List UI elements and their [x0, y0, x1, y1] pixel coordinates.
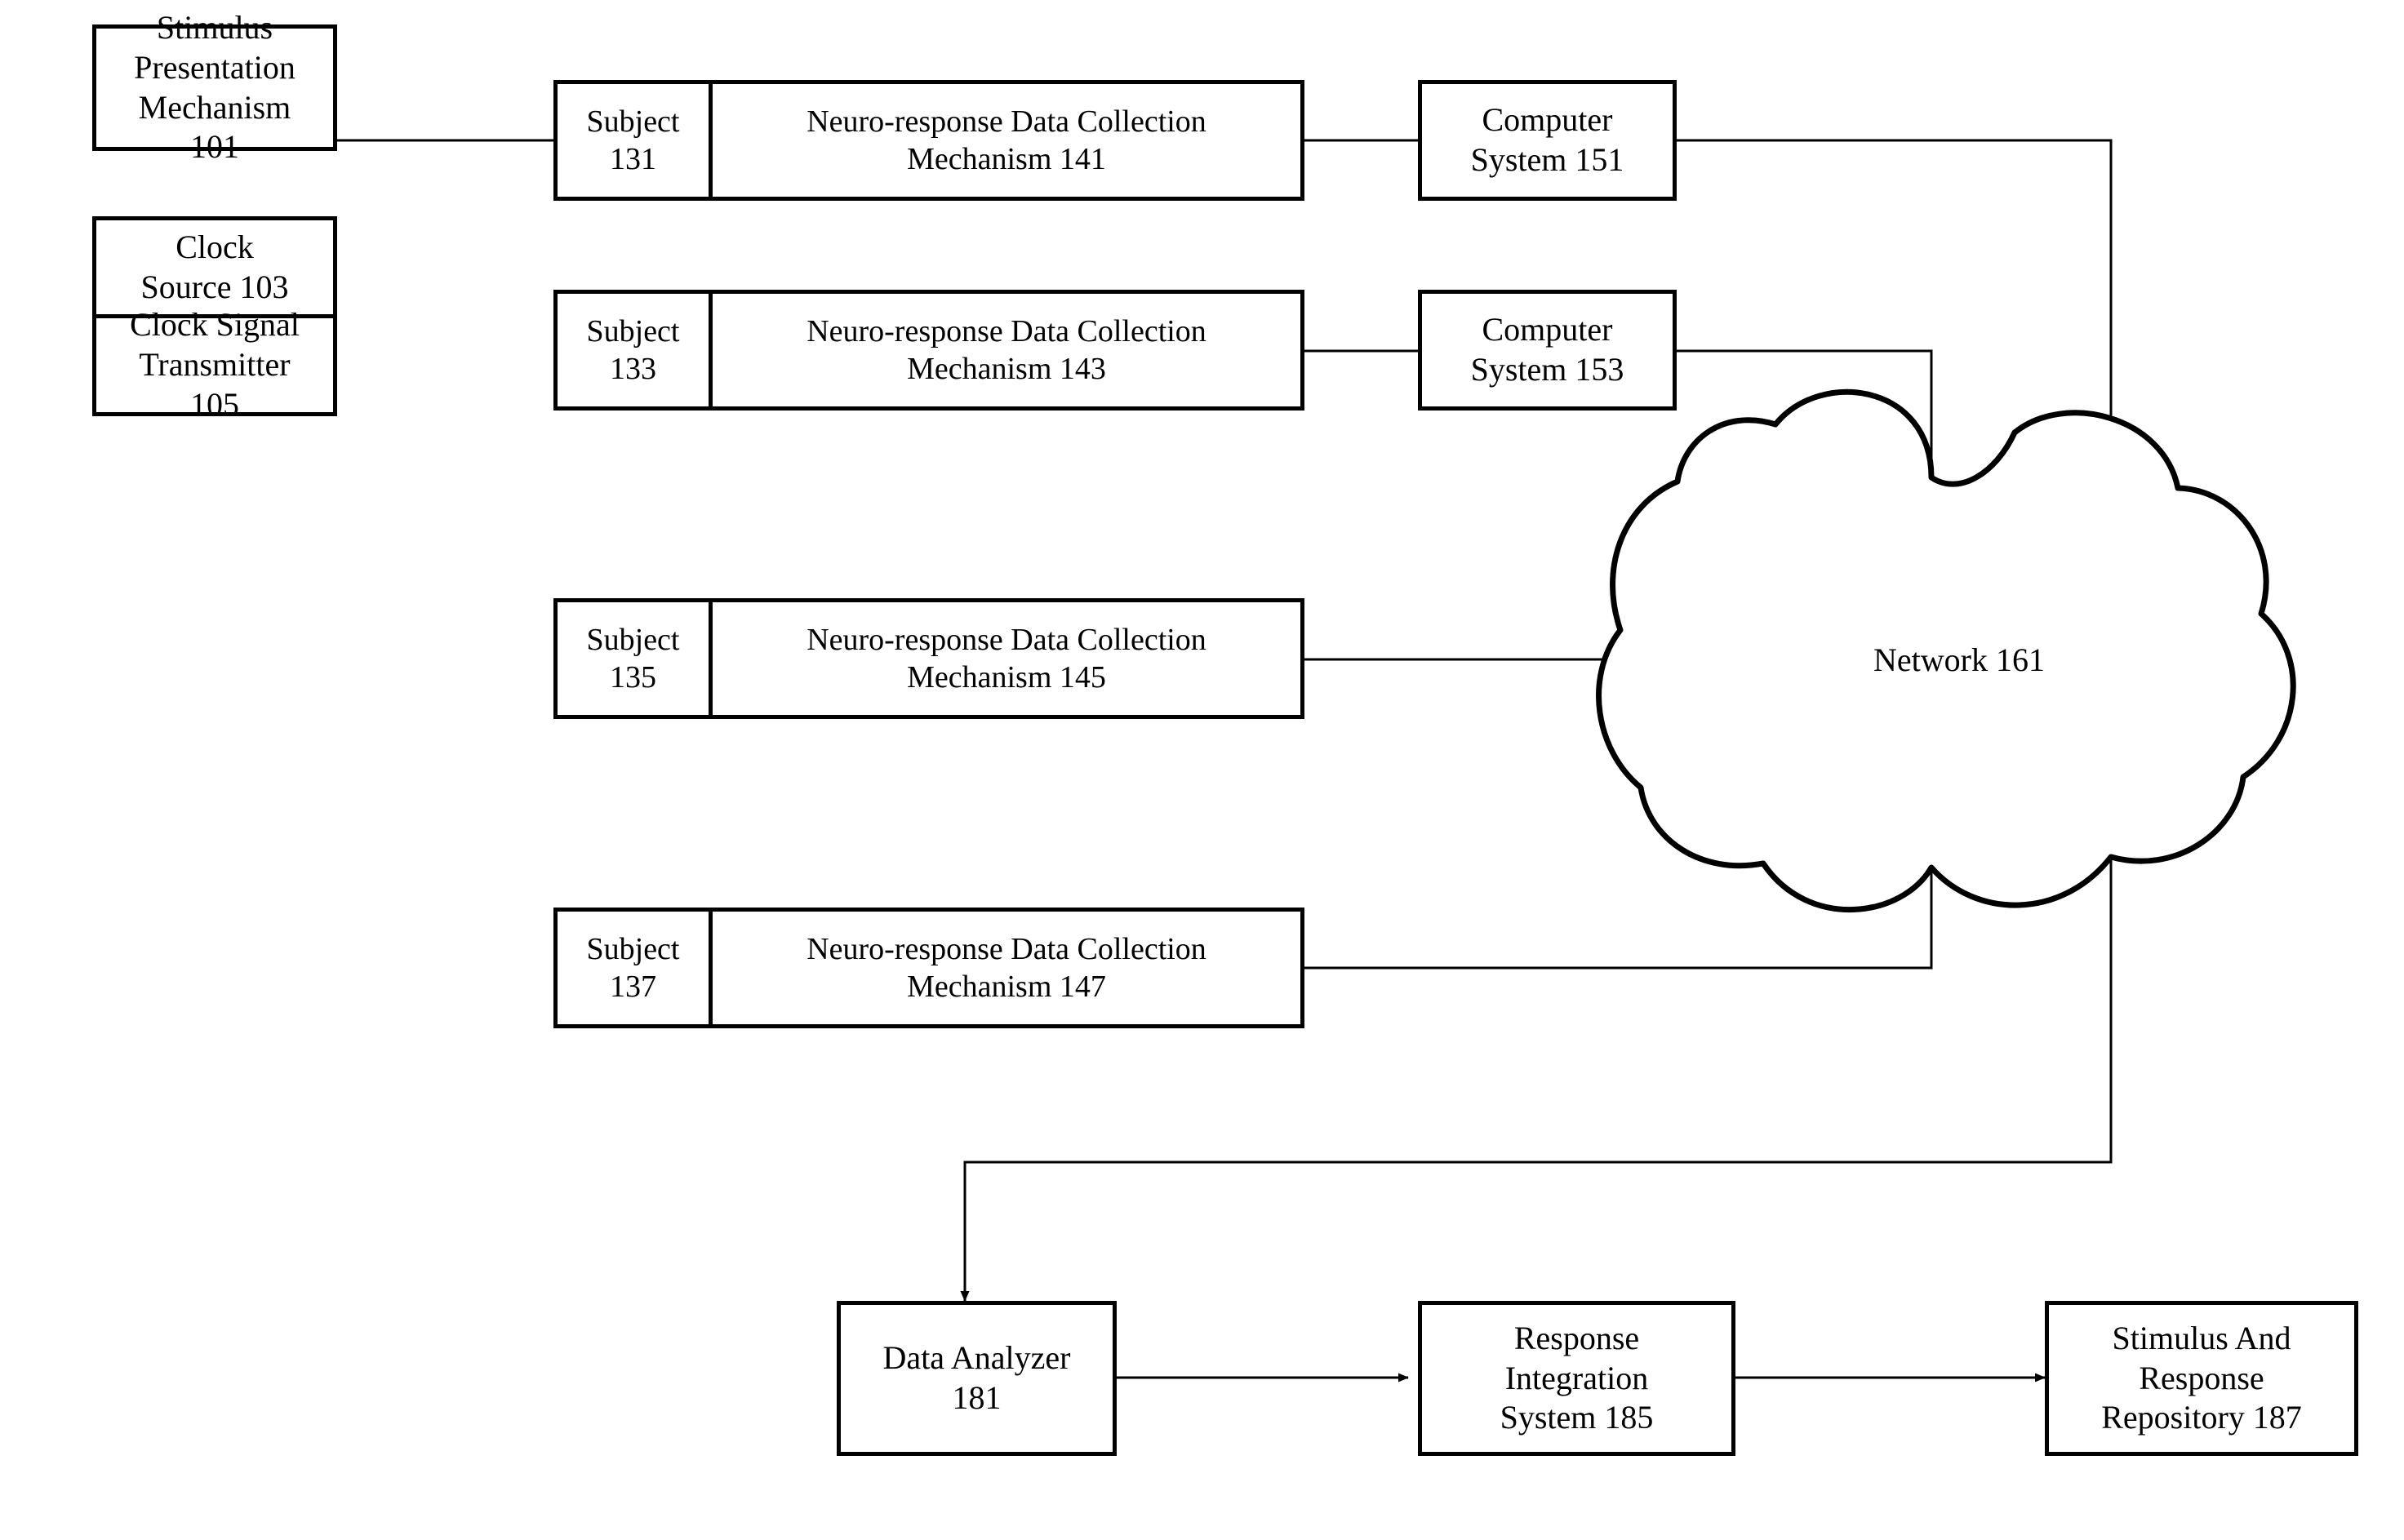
node-label: Network 161	[1873, 641, 2045, 678]
node-label: Data Analyzer 181	[882, 1339, 1071, 1416]
node-response-integration-system-185[interactable]: Response Integration System 185	[1418, 1301, 1735, 1456]
node-label: Subject 131	[586, 104, 680, 176]
node-subject-row-133[interactable]: Subject 133 Neuro-response Data Collecti…	[553, 290, 1304, 411]
node-mechanism-145[interactable]: Neuro-response Data Collection Mechanism…	[713, 602, 1300, 715]
node-label: Stimulus Presentation Mechanism 101	[134, 8, 296, 166]
node-clock-source[interactable]: Clock Source 103	[96, 220, 333, 318]
node-label: Stimulus And Response Repository 187	[2101, 1319, 2302, 1436]
node-subject-row-137[interactable]: Subject 137 Neuro-response Data Collecti…	[553, 908, 1304, 1028]
node-computer-system-153[interactable]: Computer System 153	[1418, 290, 1677, 411]
node-label: Neuro-response Data Collection Mechanism…	[807, 622, 1206, 695]
node-label: Neuro-response Data Collection Mechanism…	[807, 104, 1206, 176]
node-mechanism-141[interactable]: Neuro-response Data Collection Mechanism…	[713, 84, 1300, 197]
node-subject-131[interactable]: Subject 131	[558, 84, 713, 197]
node-network-161[interactable]: Network 161	[1820, 641, 2098, 679]
node-data-analyzer-181[interactable]: Data Analyzer 181	[837, 1301, 1117, 1456]
node-label: Subject 137	[586, 931, 680, 1004]
node-label: Computer System 153	[1470, 311, 1624, 388]
node-subject-row-135[interactable]: Subject 135 Neuro-response Data Collecti…	[553, 598, 1304, 719]
node-subject-133[interactable]: Subject 133	[558, 294, 713, 406]
node-subject-135[interactable]: Subject 135	[558, 602, 713, 715]
node-label: Clock Source 103	[140, 228, 289, 305]
node-label: Neuro-response Data Collection Mechanism…	[807, 313, 1206, 386]
node-stimulus-presentation-mechanism[interactable]: Stimulus Presentation Mechanism 101	[92, 9, 337, 165]
node-mechanism-143[interactable]: Neuro-response Data Collection Mechanism…	[713, 294, 1300, 406]
node-label: Subject 135	[586, 622, 680, 695]
node-label: Computer System 151	[1470, 101, 1624, 178]
node-computer-system-151[interactable]: Computer System 151	[1418, 80, 1677, 201]
node-clock-signal-transmitter[interactable]: Clock Signal Transmitter 105	[96, 306, 333, 423]
node-mechanism-147[interactable]: Neuro-response Data Collection Mechanism…	[713, 912, 1300, 1024]
node-stimulus-response-repository-187[interactable]: Stimulus And Response Repository 187	[2045, 1301, 2358, 1456]
node-label: Clock Signal Transmitter 105	[130, 306, 300, 423]
node-label: Neuro-response Data Collection Mechanism…	[807, 931, 1206, 1004]
network-cloud-layer	[1596, 388, 2296, 913]
node-clock-group[interactable]: Clock Source 103 Clock Signal Transmitte…	[92, 216, 337, 423]
node-label: Response Integration System 185	[1500, 1319, 1654, 1436]
node-label: Subject 133	[586, 313, 680, 386]
diagram-canvas: Stimulus Presentation Mechanism 101 Cloc…	[0, 0, 2404, 1540]
node-subject-row-131[interactable]: Subject 131 Neuro-response Data Collecti…	[553, 80, 1304, 201]
node-subject-137[interactable]: Subject 137	[558, 912, 713, 1024]
